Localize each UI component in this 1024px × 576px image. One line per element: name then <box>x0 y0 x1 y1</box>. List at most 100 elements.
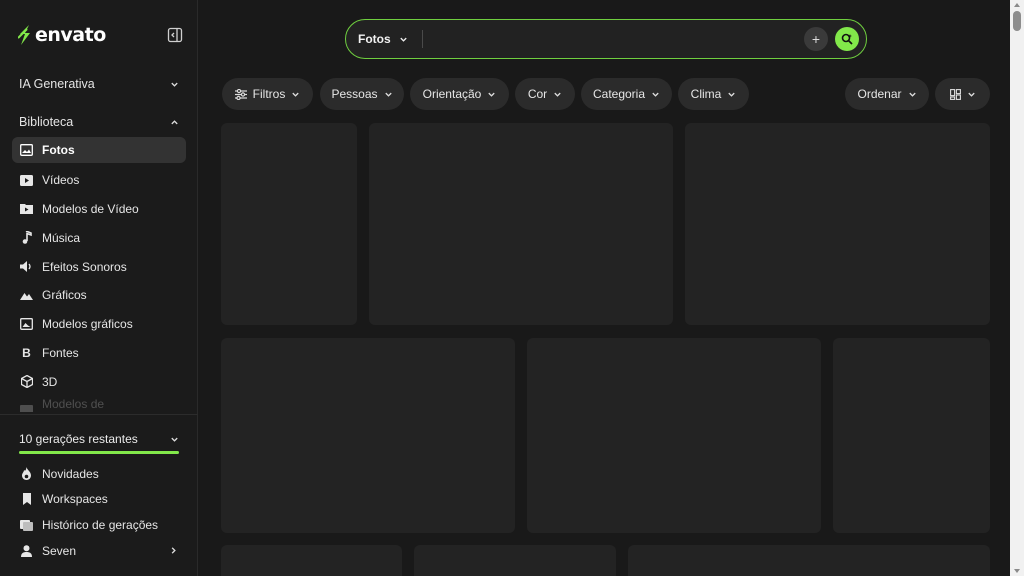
photo-tile[interactable] <box>221 545 402 576</box>
chevron-down-icon <box>384 92 392 97</box>
sidebar-item-videos[interactable]: Vídeos <box>12 166 186 195</box>
section-biblioteca[interactable]: Biblioteca <box>12 109 186 135</box>
sidebar-item-label: Histórico de gerações <box>42 517 159 532</box>
filter-orientacao-button[interactable]: Orientação <box>410 78 509 110</box>
photo-tile[interactable] <box>628 545 990 576</box>
section-ia-generativa[interactable]: IA Generativa <box>12 71 186 97</box>
scrollbar-thumb[interactable] <box>1013 11 1021 31</box>
filter-pessoas-button[interactable]: Pessoas <box>320 78 404 110</box>
search-bar: Fotos + <box>345 19 867 59</box>
chevron-down-icon <box>728 92 736 97</box>
logo-text: envato <box>35 24 106 46</box>
search-submit-button[interactable] <box>835 27 859 51</box>
bookmark-icon <box>20 493 33 506</box>
asset-type-label: Fotos <box>358 32 391 46</box>
photo-tile[interactable] <box>685 123 990 325</box>
sidebar-item-workspaces[interactable]: Workspaces <box>12 487 186 513</box>
speaker-icon <box>20 260 33 273</box>
user-name: Seven <box>42 543 77 558</box>
filter-categoria-button[interactable]: Categoria <box>581 78 672 110</box>
envato-logo[interactable]: envato <box>18 24 106 46</box>
scroll-up-arrow-icon[interactable] <box>1014 3 1020 7</box>
chevron-right-icon <box>171 547 176 554</box>
sidebar-item-graficos[interactable]: Gráficos <box>12 281 186 310</box>
sidebar-item-fontes[interactable]: B Fontes <box>12 339 186 368</box>
presentation-icon <box>20 404 33 412</box>
plus-icon: + <box>811 31 821 47</box>
chevron-up-icon <box>171 119 178 124</box>
chevron-down-icon <box>292 92 300 97</box>
chevron-down-icon <box>967 92 975 97</box>
video-template-icon <box>20 202 33 215</box>
page-scrollbar[interactable] <box>1010 0 1024 576</box>
photo-tile[interactable] <box>221 123 357 325</box>
music-note-icon <box>20 231 33 245</box>
filter-label: Cor <box>527 87 548 101</box>
generations-progress-fill <box>19 451 179 454</box>
mountain-icon <box>20 289 33 302</box>
user-left: Seven <box>20 544 76 558</box>
filter-label: Filtros <box>252 87 286 101</box>
image-icon <box>20 144 33 157</box>
sidebar-divider <box>0 414 198 415</box>
sidebar-item-label: Modelos de Apresentação <box>42 396 116 412</box>
sidebar-item-label: Modelos de Vídeo <box>42 201 139 216</box>
sidebar: envato IA Generativa Biblioteca Fotos Ví… <box>0 0 198 576</box>
photo-tile[interactable] <box>221 338 515 533</box>
filter-label: Clima <box>690 87 722 101</box>
chevron-down-icon <box>908 92 916 97</box>
history-icon <box>20 518 33 531</box>
graphic-template-icon <box>20 318 33 331</box>
sidebar-item-musica[interactable]: Música <box>12 223 186 252</box>
sidebar-item-label: Fontes <box>42 345 79 360</box>
sidebar-item-modelos-de-video[interactable]: Modelos de Vídeo <box>12 195 186 224</box>
sliders-icon <box>234 88 247 100</box>
section-label: Biblioteca <box>19 115 74 129</box>
generations-label: 10 gerações restantes <box>19 432 138 446</box>
filter-clima-button[interactable]: Clima <box>678 78 749 110</box>
collapse-sidebar-icon[interactable] <box>167 27 183 43</box>
filter-label: Pessoas <box>331 87 378 101</box>
sidebar-item-label: Efeitos Sonoros <box>42 259 127 274</box>
layout-toggle-button[interactable] <box>935 78 990 110</box>
sidebar-item-historico-de-geracoes[interactable]: Histórico de gerações <box>12 512 186 538</box>
sidebar-item-user[interactable]: Seven <box>12 538 186 564</box>
sidebar-item-efeitos-sonoros[interactable]: Efeitos Sonoros <box>12 252 186 281</box>
chevron-down-icon <box>554 92 561 97</box>
sidebar-item-label: Modelos gráficos <box>42 317 133 332</box>
asset-type-dropdown[interactable]: Fotos <box>358 32 408 46</box>
filter-cor-button[interactable]: Cor <box>515 78 575 110</box>
cube-icon <box>20 375 33 389</box>
chevron-down-icon <box>652 92 659 97</box>
sidebar-item-3d[interactable]: 3D <box>12 367 186 396</box>
sidebar-item-label: 3D <box>42 374 58 389</box>
filter-label: Orientação <box>422 87 482 101</box>
search-input[interactable] <box>422 24 804 54</box>
library-nav-list: Fotos Vídeos Modelos de Vídeo Música Efe… <box>12 137 186 412</box>
sidebar-item-label: Vídeos <box>42 173 80 188</box>
filter-filtros-button[interactable]: Filtros <box>222 78 313 110</box>
sidebar-item-label: Novidades <box>42 466 99 481</box>
chevron-down-icon <box>171 437 178 442</box>
sidebar-item-fotos[interactable]: Fotos <box>12 137 186 163</box>
sidebar-item-label: Workspaces <box>42 492 108 507</box>
logo-row: envato <box>18 23 183 47</box>
generations-remaining[interactable]: 10 gerações restantes <box>12 428 186 450</box>
photo-tile[interactable] <box>414 545 616 576</box>
photo-tile[interactable] <box>833 338 990 533</box>
flame-icon <box>20 467 33 481</box>
video-icon <box>20 174 33 187</box>
sidebar-item-novidades[interactable]: Novidades <box>12 461 186 487</box>
generations-progress-bar <box>19 451 179 454</box>
scroll-down-arrow-icon[interactable] <box>1014 569 1020 573</box>
add-image-button[interactable]: + <box>804 27 828 51</box>
chevron-down-icon <box>171 82 178 87</box>
photo-tile[interactable] <box>527 338 821 533</box>
sidebar-item-modelos-graficos[interactable]: Modelos gráficos <box>12 310 186 339</box>
sidebar-item-modelos-de-apresentacao[interactable]: Modelos de Apresentação <box>12 396 186 412</box>
section-label: IA Generativa <box>19 77 95 91</box>
photo-tile[interactable] <box>369 123 673 325</box>
font-b-icon: B <box>22 345 31 360</box>
sort-button[interactable]: Ordenar <box>845 78 929 110</box>
sidebar-bottom-list: Novidades Workspaces Histórico de geraçõ… <box>12 461 186 563</box>
